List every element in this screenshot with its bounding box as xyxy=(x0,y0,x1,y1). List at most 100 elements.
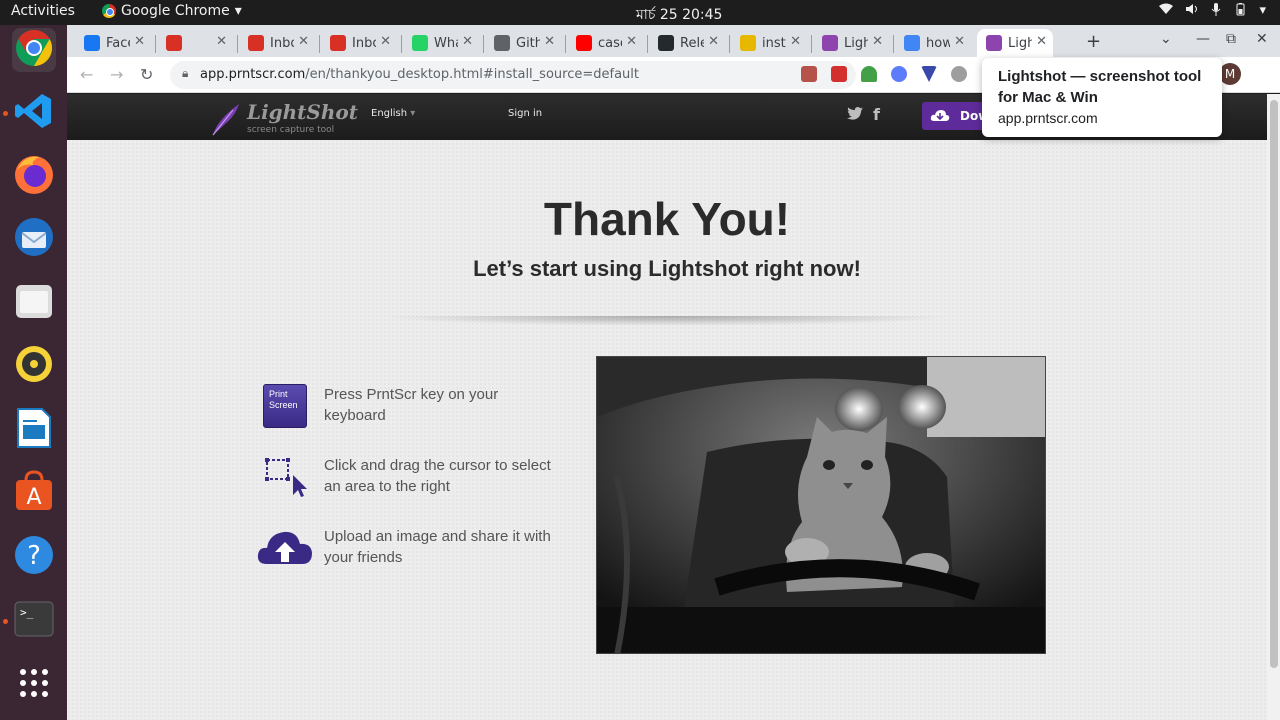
tab-hover-card: Lightshot — screenshot tool for Mac & Wi… xyxy=(982,58,1222,137)
close-tab-icon[interactable]: ✕ xyxy=(954,34,965,49)
url-text[interactable]: app.prntscr.com/en/thankyou_desktop.html… xyxy=(200,67,639,82)
svg-text:?: ? xyxy=(27,541,41,571)
system-tray[interactable]: ▾ xyxy=(1159,3,1266,20)
browser-tab[interactable]: case ✕ xyxy=(567,29,643,57)
activities-button[interactable]: Activities xyxy=(11,3,75,19)
facebook-icon[interactable]: f xyxy=(873,105,880,124)
tab-title: how xyxy=(926,35,950,51)
scrollbar-thumb[interactable] xyxy=(1270,100,1278,668)
step-upload: Upload an image and share it with your f… xyxy=(257,526,557,576)
twitter-icon[interactable] xyxy=(847,106,863,124)
rhythmbox-icon xyxy=(14,344,54,388)
power-menu-icon: ▾ xyxy=(1259,3,1266,18)
close-tab-icon[interactable]: ✕ xyxy=(298,34,309,49)
tab-title: inst xyxy=(762,35,786,51)
chrome-icon xyxy=(102,4,116,18)
vpn-extension-icon[interactable] xyxy=(921,66,937,82)
running-indicator xyxy=(3,111,8,116)
tab-title: case xyxy=(598,35,622,51)
browser-tab[interactable]: ✕ xyxy=(157,29,233,57)
running-indicator xyxy=(3,619,8,624)
tab-separator xyxy=(647,35,648,53)
svg-text:>_: >_ xyxy=(20,606,34,619)
reload-icon[interactable]: ↻ xyxy=(140,65,153,84)
print-screen-key-icon: Print Screen xyxy=(257,384,309,430)
tab-title: Wha xyxy=(434,35,458,51)
tab-separator xyxy=(237,35,238,53)
lock-icon[interactable]: 🔒︎ xyxy=(182,66,188,81)
red-extension-icon[interactable] xyxy=(831,66,847,82)
help-icon: ? xyxy=(13,534,55,580)
volume-icon xyxy=(1185,3,1199,20)
tab-separator xyxy=(483,35,484,53)
logo-name: LightShot xyxy=(247,100,358,124)
new-tab-button[interactable]: + xyxy=(1086,31,1101,52)
blue-extension-icon[interactable] xyxy=(891,66,907,82)
close-tab-icon[interactable]: ✕ xyxy=(1036,34,1047,49)
cat-driving-image xyxy=(596,356,1046,654)
whatsapp-icon xyxy=(412,35,428,51)
microphone-icon xyxy=(1211,3,1221,20)
lightshot-feather-icon xyxy=(986,35,1002,51)
browser-tab[interactable]: Inbo ✕ xyxy=(239,29,315,57)
language-selector[interactable]: English ▾ xyxy=(371,108,415,119)
back-arrow-icon[interactable]: ← xyxy=(80,65,93,84)
clock[interactable]: মার্চ 25 20:45 xyxy=(636,3,722,27)
address-bar[interactable]: 🔒︎ app.prntscr.com/en/thankyou_desktop.h… xyxy=(170,61,856,89)
app-menu[interactable]: Google Chrome ▾ xyxy=(102,3,242,19)
tab-separator xyxy=(319,35,320,53)
chrome-launcher[interactable] xyxy=(12,28,56,72)
browser-tab[interactable]: Face ✕ xyxy=(75,29,151,57)
browser-tab[interactable]: Inbo ✕ xyxy=(321,29,397,57)
google-icon xyxy=(904,35,920,51)
minimize-window-button[interactable]: — xyxy=(1196,31,1210,47)
browser-tab[interactable]: Ligh ✕ xyxy=(977,29,1053,57)
close-tab-icon[interactable]: ✕ xyxy=(544,34,555,49)
close-tab-icon[interactable]: ✕ xyxy=(216,34,227,49)
terminal-launcher[interactable]: >_ xyxy=(12,599,56,643)
browser-tab[interactable]: Gith ✕ xyxy=(485,29,561,57)
url-host: app.prntscr.com xyxy=(200,67,306,82)
sign-in-link[interactable]: Sign in xyxy=(508,108,542,119)
profile-avatar[interactable]: M xyxy=(1219,63,1241,85)
page-scrollbar[interactable] xyxy=(1267,94,1280,720)
browser-tab[interactable]: how ✕ xyxy=(895,29,971,57)
eyedropper-extension-icon[interactable] xyxy=(801,66,817,82)
close-tab-icon[interactable]: ✕ xyxy=(134,34,145,49)
settings-extension-icon[interactable] xyxy=(951,66,967,82)
youtube-icon xyxy=(576,35,592,51)
yandex-icon xyxy=(740,35,756,51)
close-tab-icon[interactable]: ✕ xyxy=(790,34,801,49)
firefox-launcher[interactable] xyxy=(12,154,56,198)
help-launcher[interactable]: ? xyxy=(12,535,56,579)
close-window-button[interactable]: ✕ xyxy=(1256,31,1268,47)
browser-tab[interactable]: Rele ✕ xyxy=(649,29,725,57)
vscode-launcher[interactable] xyxy=(12,91,56,135)
forward-arrow-icon[interactable]: → xyxy=(110,65,123,84)
print-screen-key: Print Screen xyxy=(263,384,307,428)
green-extension-icon[interactable] xyxy=(861,66,877,82)
tab-title: Inbo xyxy=(352,35,376,51)
tab-search-icon[interactable]: ⌄ xyxy=(1160,31,1172,47)
drive-record-icon xyxy=(166,35,182,51)
close-tab-icon[interactable]: ✕ xyxy=(380,34,391,49)
language-label: English xyxy=(371,108,408,119)
rhythmbox-launcher[interactable] xyxy=(12,344,56,388)
system-top-bar: Activities Google Chrome ▾ মার্চ 25 20:4… xyxy=(0,0,1280,25)
close-tab-icon[interactable]: ✕ xyxy=(872,34,883,49)
shadow-divider xyxy=(379,316,955,326)
show-apps-button[interactable] xyxy=(12,663,56,707)
close-tab-icon[interactable]: ✕ xyxy=(462,34,473,49)
browser-tab[interactable]: inst ✕ xyxy=(731,29,807,57)
close-tab-icon[interactable]: ✕ xyxy=(626,34,637,49)
files-launcher[interactable] xyxy=(12,281,56,325)
step-text: Upload an image and share it with your f… xyxy=(324,528,551,566)
close-tab-icon[interactable]: ✕ xyxy=(708,34,719,49)
tab-title: Ligh xyxy=(1008,35,1032,51)
browser-tab[interactable]: Ligh ✕ xyxy=(813,29,889,57)
writer-launcher[interactable] xyxy=(12,408,56,452)
restore-window-button[interactable]: ⧉ xyxy=(1226,31,1236,47)
browser-tab[interactable]: Wha ✕ xyxy=(403,29,479,57)
thunderbird-launcher[interactable] xyxy=(12,217,56,261)
app-center-launcher[interactable]: A xyxy=(12,470,56,515)
